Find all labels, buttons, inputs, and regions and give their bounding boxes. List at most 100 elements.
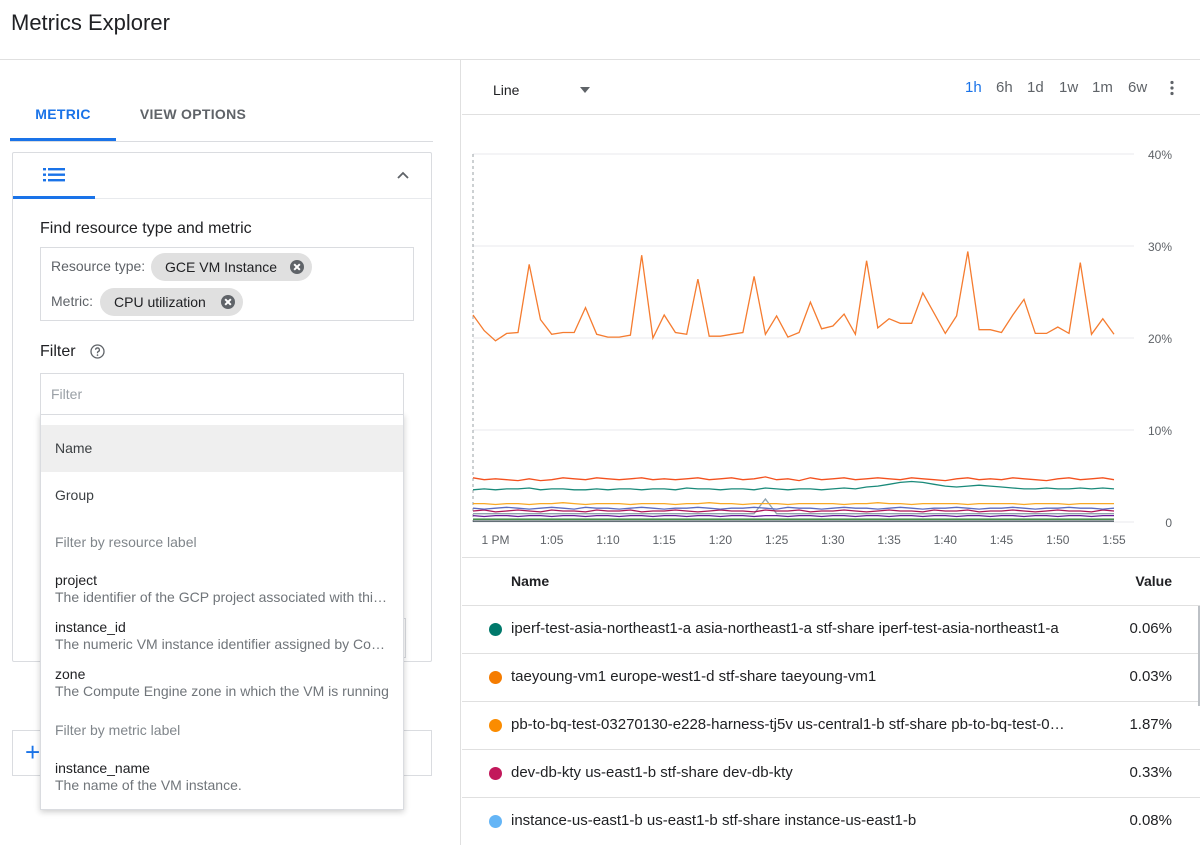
x-tick-label: 1:35: [877, 533, 901, 547]
menu-item-instance-name[interactable]: instance_name The name of the VM instanc…: [41, 760, 403, 804]
series-line: [472, 476, 1115, 482]
metric-label: Metric:: [51, 293, 93, 309]
chart-svg: 0 10% 20% 30% 40% 1 PM 1:05 1:10 1:15 1:20 1:25 1:3…: [472, 148, 1172, 547]
range-6h[interactable]: 6h: [996, 79, 1013, 96]
range-1h[interactable]: 1h: [965, 79, 982, 96]
menu-item-name[interactable]: Name: [41, 425, 403, 472]
series-line: [472, 506, 1115, 510]
series-color-dot: [489, 815, 502, 828]
filter-input[interactable]: [40, 373, 404, 415]
y-tick-label: 10%: [1148, 424, 1172, 438]
legend-row[interactable]: pb-to-bq-test-03270130-e228-harness-tj5v…: [462, 702, 1200, 750]
x-tick-label: 1:05: [540, 533, 564, 547]
resource-metric-box[interactable]: Resource type: GCE VM Instance Metric: C…: [40, 247, 414, 321]
series-color-dot: [489, 671, 502, 684]
menu-item-description: The name of the VM instance.: [55, 777, 242, 793]
menu-item-project[interactable]: project The identifier of the GCP projec…: [41, 572, 403, 616]
list-view-tab[interactable]: [13, 153, 95, 199]
legend-row[interactable]: taeyoung-vm1 europe-west1-d stf-share ta…: [462, 654, 1200, 702]
list-icon: [43, 168, 65, 182]
series-color-dot: [489, 623, 502, 636]
plus-icon[interactable]: +: [25, 739, 40, 765]
filter-dropdown-menu: Name Group Filter by resource label proj…: [40, 414, 404, 810]
chevron-down-icon[interactable]: [580, 87, 590, 93]
menu-item-title: instance_id: [55, 619, 126, 635]
series-value: 0.06%: [1129, 620, 1172, 637]
x-tick-label: 1:45: [990, 533, 1014, 547]
find-resource-label: Find resource type and metric: [40, 220, 252, 237]
menu-item-title: zone: [55, 666, 86, 682]
resource-type-value: GCE VM Instance: [165, 259, 278, 275]
legend-table-header: Name Value: [462, 558, 1200, 606]
remove-resource-icon[interactable]: [290, 260, 304, 274]
card-header: [13, 153, 431, 199]
series-name: taeyoung-vm1 europe-west1-d stf-share ta…: [511, 668, 877, 685]
x-tick-label: 1:50: [1046, 533, 1070, 547]
tab-bar: METRIC VIEW OPTIONS: [10, 90, 433, 142]
menu-item-zone[interactable]: zone The Compute Engine zone in which th…: [41, 666, 403, 710]
x-tick-label: 1 PM: [481, 533, 509, 547]
y-tick-label: 20%: [1148, 332, 1172, 346]
menu-section-resource-labels: Filter by resource label: [41, 519, 403, 566]
series-color-dot: [489, 719, 502, 732]
series-line: [473, 502, 1114, 506]
series-name: dev-db-kty us-east1-b stf-share dev-db-k…: [511, 764, 793, 781]
metric-chip[interactable]: CPU utilization: [100, 288, 243, 316]
chart-toolbar: Line 1h 6h 1d 1w 1m 6w: [462, 60, 1200, 115]
series-value: 1.87%: [1129, 716, 1172, 733]
legend-table: Name Value iperf-test-asia-northeast1-a …: [462, 557, 1200, 845]
y-tick-label: 40%: [1148, 148, 1172, 162]
series-name: iperf-test-asia-northeast1-a asia-northe…: [511, 620, 1059, 637]
range-1m[interactable]: 1m: [1092, 79, 1113, 96]
series-value: 0.08%: [1129, 812, 1172, 829]
help-icon[interactable]: [90, 344, 105, 359]
menu-item-description: The numeric VM instance identifier assig…: [55, 636, 391, 652]
menu-item-description: The Compute Engine zone in which the VM …: [55, 683, 389, 699]
value-column-header[interactable]: Value: [1135, 573, 1172, 589]
chart-panel: Line 1h 6h 1d 1w 1m 6w 0 10% 20% 30% 40% 1 PM…: [462, 60, 1200, 845]
filter-label: Filter: [40, 343, 76, 360]
app-header: Metrics Explorer: [0, 0, 1200, 60]
legend-row[interactable]: iperf-test-asia-northeast1-a asia-northe…: [462, 606, 1200, 654]
resource-type-label: Resource type:: [51, 258, 146, 274]
series-name: instance-us-east1-b us-east1-b stf-share…: [511, 812, 917, 829]
chevron-up-icon[interactable]: [395, 167, 411, 183]
range-1d[interactable]: 1d: [1027, 79, 1044, 96]
series-value: 0.33%: [1129, 764, 1172, 781]
tab-metric[interactable]: METRIC: [10, 90, 116, 141]
y-tick-label: 30%: [1148, 240, 1172, 254]
x-tick-label: 1:55: [1102, 533, 1126, 547]
section-label: Filter by metric label: [55, 722, 181, 738]
range-1w[interactable]: 1w: [1059, 79, 1078, 96]
menu-item-instance-id[interactable]: instance_id The numeric VM instance iden…: [41, 619, 403, 663]
menu-item-title: instance_name: [55, 760, 150, 776]
x-tick-label: 1:15: [652, 533, 676, 547]
name-column-header[interactable]: Name: [511, 573, 549, 589]
series-line: [472, 509, 1115, 513]
more-vert-icon[interactable]: [1169, 80, 1175, 96]
section-label: Filter by resource label: [55, 534, 197, 550]
menu-item-description: The identifier of the GCP project associ…: [55, 589, 391, 605]
series-value: 0.03%: [1129, 668, 1172, 685]
page-title: Metrics Explorer: [11, 10, 170, 35]
x-tick-label: 1:40: [934, 533, 958, 547]
legend-row[interactable]: instance-us-east1-b us-east1-b stf-share…: [462, 798, 1200, 845]
x-tick-label: 1:30: [821, 533, 845, 547]
series-line: [472, 514, 1114, 518]
chart-type-select[interactable]: Line: [493, 82, 519, 98]
range-6w[interactable]: 6w: [1128, 79, 1147, 96]
resource-type-chip[interactable]: GCE VM Instance: [151, 253, 312, 281]
menu-item-label: Group: [55, 487, 94, 503]
menu-item-group[interactable]: Group: [41, 472, 403, 519]
line-chart[interactable]: 0 10% 20% 30% 40% 1 PM 1:05 1:10 1:15 1:20 1:25 1:3…: [462, 116, 1200, 556]
series-line: [472, 480, 1115, 491]
x-tick-label: 1:20: [709, 533, 733, 547]
series-name: pb-to-bq-test-03270130-e228-harness-tj5v…: [511, 716, 1071, 733]
metric-value: CPU utilization: [114, 294, 206, 310]
tab-view-options[interactable]: VIEW OPTIONS: [128, 90, 258, 141]
remove-metric-icon[interactable]: [221, 295, 235, 309]
y-tick-label: 0: [1165, 516, 1172, 530]
x-tick-label: 1:10: [596, 533, 620, 547]
series-line: [472, 251, 1115, 342]
legend-row[interactable]: dev-db-kty us-east1-b stf-share dev-db-k…: [462, 750, 1200, 798]
